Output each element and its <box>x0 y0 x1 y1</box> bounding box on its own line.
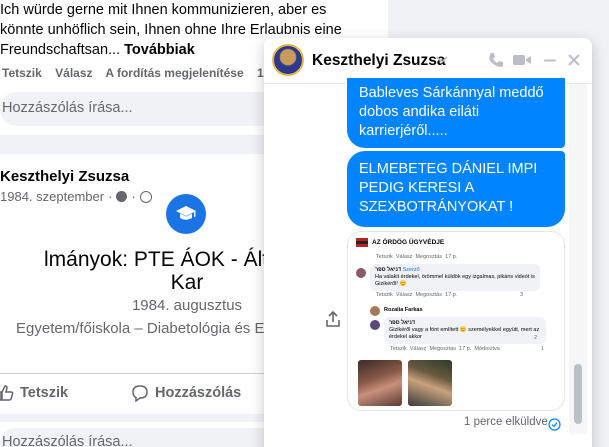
separator-dot: · <box>131 189 136 204</box>
message-bubble[interactable]: ELMEBETEG DÁNIEL IMPI PEDIG KERESI A SZE… <box>347 151 565 227</box>
image-action-row: Tetszik Válasz Megosztás 17 p. <box>376 254 458 260</box>
chevron-down-icon[interactable] <box>436 52 448 67</box>
reaction-count: 3 <box>520 292 524 298</box>
image-comment: דניאל ספר Gizikéről vagy a fönt említett… <box>384 317 546 344</box>
see-more-link[interactable]: Továbbiak <box>124 42 195 58</box>
flag-icon <box>356 238 368 247</box>
image-action-row: Tetszik Válasz Megosztás 17 p. Módosítva <box>390 346 500 352</box>
chat-contact-name[interactable]: Keszthelyi Zsuzsa <box>312 52 446 70</box>
avatar[interactable] <box>272 44 304 76</box>
close-icon[interactable] <box>564 50 584 70</box>
comment-actions: Tetszik Válasz A fordítás megjelenítése … <box>2 66 284 80</box>
avatar <box>356 268 366 278</box>
reaction-count: 2 <box>534 335 538 341</box>
separator-dot: · <box>108 189 113 204</box>
post-date[interactable]: 1984. szeptember <box>0 189 104 204</box>
sent-status: 1 perce elküldve <box>464 416 548 428</box>
avatar <box>370 320 380 330</box>
profile-photo <box>358 360 402 406</box>
thumbs-up-icon <box>0 385 14 401</box>
comment-button[interactable]: Hozzászólás <box>131 384 241 402</box>
author-name[interactable]: Keszthelyi Zsuzsa <box>0 168 129 185</box>
post-meta: 1984. szeptember · · <box>0 189 152 204</box>
like-button[interactable]: Tetszik <box>0 384 68 402</box>
scrollbar-thumb[interactable] <box>574 364 582 424</box>
seen-avatar-icon <box>548 418 562 432</box>
profile-photo <box>408 360 452 406</box>
info-icon <box>116 191 128 202</box>
message-bubble[interactable]: Bableves Sárkánnyal meddő dobos andika e… <box>347 78 565 148</box>
globe-icon <box>139 190 152 203</box>
comment-icon <box>132 385 148 402</box>
video-call-icon[interactable] <box>512 50 532 70</box>
chat-window: Keszthelyi Zsuzsa Bableves Sárkánnyal me… <box>264 38 592 447</box>
phone-icon[interactable] <box>486 50 506 70</box>
image-comment: דניאל ספר Szerző Ha valakit érdekel, örö… <box>370 264 540 291</box>
avatar <box>370 306 380 316</box>
image-comment-author: Rozalia Farkas <box>384 307 423 313</box>
comment-label: Hozzászólás <box>155 385 242 401</box>
minimize-icon[interactable] <box>540 50 560 70</box>
see-translation-link[interactable]: A fordítás megjelenítése <box>105 66 243 80</box>
share-icon[interactable] <box>324 310 342 333</box>
like-label: Tetszik <box>20 385 69 401</box>
image-title: AZ ÖRDÖG ÜGYVÉDJE <box>372 239 445 246</box>
shared-image-message[interactable]: AZ ÖRDÖG ÜGYVÉDJE Tetszik Válasz Megoszt… <box>347 231 565 411</box>
image-action-row: Tetszik Válasz Megosztás 17 p. <box>376 292 458 298</box>
image-header: AZ ÖRDÖG ÜGYVÉDJE <box>356 238 444 247</box>
like-link[interactable]: Tetszik <box>2 66 42 80</box>
graduation-cap-icon <box>166 194 206 234</box>
reply-link[interactable]: Válasz <box>55 66 92 80</box>
reaction-count: 1 <box>541 346 545 352</box>
